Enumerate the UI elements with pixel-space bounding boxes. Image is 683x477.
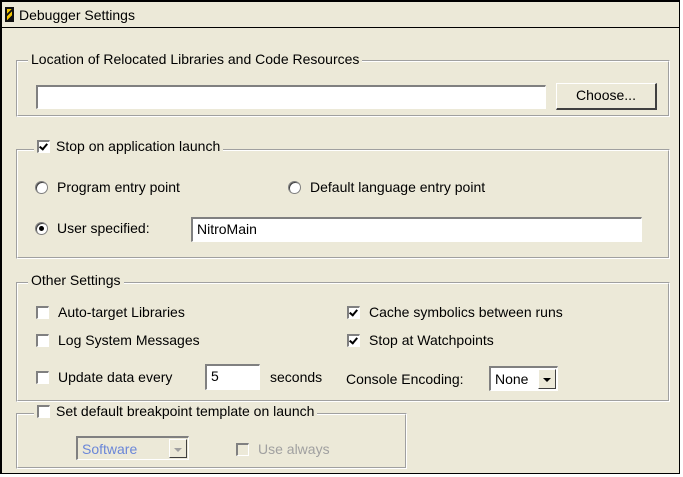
log-system-checkbox[interactable] [36,333,49,347]
window-title: Debugger Settings [19,7,135,23]
app-icon [5,7,14,22]
use-always-checkbox [236,442,249,456]
program-entry-radio[interactable] [35,180,48,194]
chevron-down-icon [169,439,187,458]
launch-group [16,149,670,259]
title-bar: Debugger Settings [2,2,679,28]
seconds-label: seconds [270,369,323,385]
cache-symbolics-option[interactable]: Cache symbolics between runs [347,304,563,320]
console-encoding-label: Console Encoding: [346,371,464,387]
update-data-checkbox[interactable] [36,370,49,384]
location-legend: Location of Relocated Libraries and Code… [28,51,363,67]
use-always-option: Use always [236,441,330,457]
auto-target-option[interactable]: Auto-target Libraries [36,304,185,320]
default-language-entry-option[interactable]: Default language entry point [288,179,485,195]
update-data-option[interactable]: Update data every [36,369,172,385]
breakpoint-template-value: Software [82,441,138,457]
log-system-label: Log System Messages [58,332,200,348]
stop-watchpoints-label: Stop at Watchpoints [369,332,494,348]
breakpoint-legend: Set default breakpoint template on launc… [34,403,318,419]
stop-on-launch-checkbox[interactable] [37,139,50,153]
stop-watchpoints-checkbox[interactable] [347,333,360,347]
choose-button[interactable]: Choose... [556,83,657,110]
update-interval-input[interactable]: 5 [205,364,260,390]
launch-legend: Stop on application launch [34,138,224,154]
debugger-settings-panel: Debugger Settings Location of Relocated … [0,0,680,474]
console-encoding-select[interactable]: None [489,366,558,391]
auto-target-label: Auto-target Libraries [58,304,185,320]
default-language-entry-label: Default language entry point [310,179,486,195]
breakpoint-template-label: Set default breakpoint template on launc… [56,403,315,419]
user-specified-radio[interactable] [35,221,48,235]
user-specified-input[interactable]: NitroMain [191,217,642,242]
breakpoint-template-select: Software [76,436,189,460]
use-always-label: Use always [258,441,330,457]
chevron-down-icon[interactable] [538,369,556,389]
cache-symbolics-label: Cache symbolics between runs [369,304,563,320]
cache-symbolics-checkbox[interactable] [347,305,360,319]
breakpoint-group [16,413,407,469]
breakpoint-template-checkbox[interactable] [37,404,50,418]
stop-watchpoints-option[interactable]: Stop at Watchpoints [347,332,494,348]
user-specified-option[interactable]: User specified: [35,220,150,236]
log-system-option[interactable]: Log System Messages [36,332,200,348]
default-language-entry-radio[interactable] [288,180,301,194]
program-entry-label: Program entry point [57,179,180,195]
update-data-label: Update data every [58,369,173,385]
stop-on-launch-label: Stop on application launch [56,138,221,154]
auto-target-checkbox[interactable] [36,305,49,319]
user-specified-label: User specified: [57,220,150,236]
program-entry-option[interactable]: Program entry point [35,179,180,195]
console-encoding-value: None [495,371,529,387]
library-path-input[interactable] [36,85,546,109]
other-settings-legend: Other Settings [28,272,124,288]
